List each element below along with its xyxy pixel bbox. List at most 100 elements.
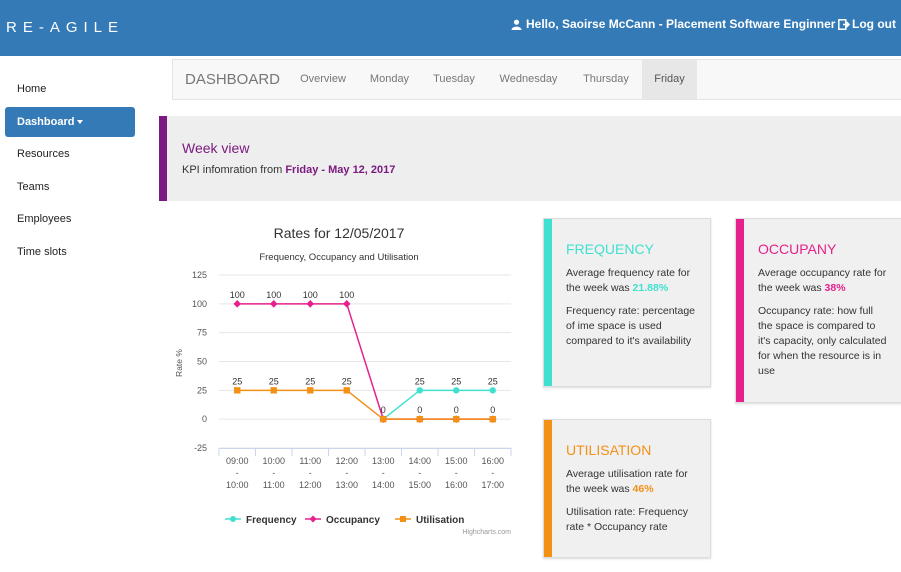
data-point-utilisation [489,415,496,423]
x-tick-label: 09:00 [226,456,249,466]
x-tick-label: 15:00 [408,480,431,490]
sidebar-item-teams[interactable]: Teams [5,172,135,202]
x-tick-label: - [491,468,494,478]
logout-link[interactable]: Log out [838,17,896,31]
data-label: 0 [417,405,422,415]
sidebar-item-label: Resources [17,148,70,160]
frequency-accent-bar [544,219,552,386]
legend-item-occupancy[interactable]: Occupancy [305,515,380,526]
frequency-title: FREQUENCY [566,241,654,257]
utilisation-summary-text: Average utilisation rate for the week wa… [566,468,688,495]
brand-logo[interactable]: RE-AGILE [6,19,124,36]
data-point-frequency [453,387,460,394]
sidebar-item-label: Employees [17,213,72,225]
y-tick-label: 25 [197,385,207,395]
legend-marker [309,515,317,523]
dashboard-tabs: DASHBOARD Overview Monday Tuesday Wednes… [172,59,901,100]
tab-thursday[interactable]: Thursday [570,60,642,99]
tab-tuesday[interactable]: Tuesday [421,60,487,99]
x-tick-label: - [382,468,385,478]
frequency-description: Frequency rate: percentage of ime space … [566,305,695,347]
x-tick-label: 10:00 [262,456,285,466]
week-view-panel: Week view KPI infomration from Friday - … [159,116,901,201]
data-label: 100 [339,290,354,300]
x-tick-label: 14:00 [372,480,395,490]
chart-y-axis-label: Rate % [174,349,184,377]
sidebar-item-label: Teams [17,181,50,193]
data-point-frequency [416,387,423,394]
x-tick-label: 11:00 [299,456,321,466]
tab-overview[interactable]: Overview [288,60,358,99]
data-label: 100 [266,290,281,300]
x-tick-label: 12:00 [299,480,322,490]
y-tick-label: 50 [197,357,207,367]
data-point-utilisation [270,387,277,394]
sidebar-item-home[interactable]: Home [5,74,135,104]
tab-wednesday[interactable]: Wednesday [487,60,570,99]
data-point-utilisation [307,387,314,394]
user-greeting[interactable]: Hello, Saoirse McCann - Placement Softwa… [511,17,835,31]
utilisation-summary: Average utilisation rate for the week wa… [566,467,696,497]
sidebar-item-employees[interactable]: Employees [5,204,135,234]
x-tick-label: 13:00 [335,480,358,490]
dashboard-title[interactable]: DASHBOARD [185,71,280,88]
data-label: 25 [232,376,242,386]
data-point-utilisation [343,387,350,394]
data-label: 0 [490,405,495,415]
data-label: 25 [415,376,425,386]
chart-subtitle: Frequency, Occupancy and Utilisation [259,252,418,263]
occupancy-title: OCCUPANY [758,241,837,257]
occupancy-summary-text: Average occupancy rate for the week was [758,267,887,294]
frequency-summary-text: Average frequency rate for the week was [566,267,691,294]
tab-friday[interactable]: Friday [642,60,697,99]
data-label: 100 [230,290,245,300]
tab-monday[interactable]: Monday [358,60,421,99]
x-tick-label: 11:00 [263,480,285,490]
sidebar-item-label: Dashboard [17,116,75,128]
chart-credit[interactable]: Highcharts.com [462,529,511,536]
legend-marker [230,516,236,522]
legend-marker [400,516,406,522]
rates-chart: Rates for 12/05/2017 Frequency, Occupanc… [165,212,523,542]
x-tick-label: - [418,468,421,478]
occupancy-card: OCCUPANY Average occupancy rate for the … [735,218,901,403]
x-tick-label: 13:00 [372,456,395,466]
x-tick-label: 14:00 [408,456,431,466]
legend-item-frequency[interactable]: Frequency [225,515,297,526]
data-label: 25 [305,376,315,386]
sidebar-item-time-slots[interactable]: Time slots [5,237,135,267]
y-tick-label: 0 [202,414,207,424]
x-tick-label: 10:00 [226,480,249,490]
data-point-occupancy [269,300,278,308]
x-tick-label: 15:00 [445,456,468,466]
sidebar-item-dashboard[interactable]: Dashboard [5,107,135,137]
x-tick-label: - [236,468,239,478]
caret-down-icon [77,120,84,125]
frequency-card: FREQUENCY Average frequency rate for the… [543,218,711,387]
x-tick-label: - [455,468,458,478]
data-point-utilisation [453,415,460,423]
frequency-summary: Average frequency rate for the week was … [566,266,696,296]
data-point-frequency [489,387,496,394]
logout-label: Log out [852,17,896,31]
occupancy-summary: Average occupancy rate for the week was … [758,266,888,296]
utilisation-accent-bar [544,420,552,557]
data-point-occupancy [306,300,315,308]
x-tick-label: 16:00 [445,480,468,490]
utilisation-description: Utilisation rate: Frequency rate * Occup… [566,506,688,533]
greeting-text: Hello, Saoirse McCann - Placement Softwa… [526,17,836,31]
data-label: 25 [342,376,352,386]
sidebar-item-resources[interactable]: Resources [5,139,135,169]
kpi-info-prefix: KPI infomration from [182,164,283,176]
utilisation-title: UTILISATION [566,442,652,458]
legend-item-utilisation[interactable]: Utilisation [395,515,464,526]
legend-label: Frequency [246,515,297,526]
data-label: 0 [381,405,386,415]
top-navbar: RE-AGILE Hello, Saoirse McCann - Placeme… [0,0,901,56]
data-point-occupancy [233,300,242,308]
legend-label: Occupancy [326,515,380,526]
frequency-value: 21.88% [632,282,669,294]
data-label: 0 [454,405,459,415]
data-label: 25 [451,376,461,386]
occupancy-accent-bar [736,219,744,402]
